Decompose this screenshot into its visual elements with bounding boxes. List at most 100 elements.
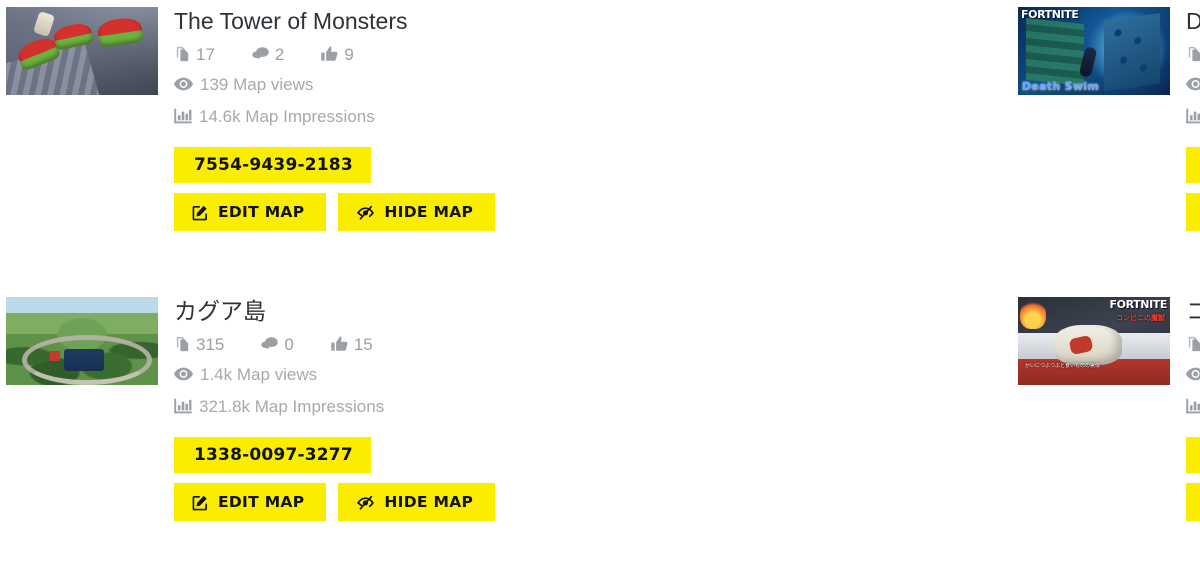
eye-slash-icon [356,494,375,511]
thumbs-up-icon [330,335,349,353]
map-impressions-text: 14.6k Map Impressions [199,106,375,126]
thumbs-up-icon [320,45,339,63]
thumbnail-subtitle-text: コンビニの魔獣 [1116,315,1165,322]
thumbnail-decor-figure [32,11,56,37]
chart-bar-icon [174,108,192,124]
hide-map-label: HIDE MAP [384,203,474,221]
map-title[interactable]: Death Swim [1186,7,1200,35]
pen-to-square-icon [192,204,209,221]
map-views-line: 905 Map views [1186,361,1200,387]
copy-icon [1186,335,1200,353]
thumbnail-decor-panel [1026,17,1084,87]
edit-map-button[interactable]: EDIT MAP [1186,193,1200,231]
map-card: カグア島 315 0 15 1.4k Map views 321.8k Map … [0,290,506,582]
edit-map-button[interactable]: EDIT MAP [174,193,327,231]
eye-icon [174,77,193,91]
map-title[interactable]: The Tower of Monsters [174,7,495,35]
map-card: FORTNITE コンビニの魔獣 かいにつぶつぶと食いものの実体 コンビニの魔獣… [506,290,1200,582]
eye-icon [174,367,193,381]
map-stats-row: 17 2 9 [174,41,495,67]
eye-icon [1186,367,1200,381]
map-views-line: 1.4k Map views [174,361,495,387]
chart-bar-icon [1186,398,1200,414]
copy-icon [174,335,191,353]
eye-icon [1186,77,1200,91]
hide-map-button[interactable]: HIDE MAP [338,483,496,521]
map-button-row: EDIT MAP HIDE MAP [174,483,496,521]
map-views-line: 925 Map views [1186,71,1200,97]
thumbnail-image [6,297,158,385]
stat-copies-value: 315 [196,334,225,354]
map-title[interactable]: カグア島 [174,297,495,325]
thumbnail-decor-lake [64,349,104,371]
thumbnail-brand-text: FORTNITE [1109,298,1168,311]
thumbnail-decor-building [50,351,60,361]
map-stats-row: 40 0 0 [1186,331,1200,357]
map-code-badge[interactable]: 7554-9439-2183 [174,147,371,183]
pen-to-square-icon [192,494,209,511]
map-list-grid: The Tower of Monsters 17 2 9 139 Map vie… [0,0,1200,582]
copy-icon [174,45,191,63]
thumbnail-decor-shape [52,21,94,51]
map-title[interactable]: コンビニの魔獣β Beasts at Convenience Store [1186,297,1200,325]
stat-copies-value: 17 [196,44,215,64]
map-views-text: 139 Map views [200,74,314,94]
stat-likes: 9 [320,44,354,64]
thumbnail-image [6,7,158,95]
edit-map-button[interactable]: EDIT MAP [1186,483,1200,521]
edit-map-label: EDIT MAP [218,493,305,511]
stat-likes-value: 9 [344,44,354,64]
map-thumbnail[interactable]: FORTNITE コンビニの魔獣 かいにつぶつぶと食いものの実体 [1018,297,1170,385]
thumbnail-decor-flame [1020,299,1046,329]
map-button-row: EDIT MAP HIDE MAP [1186,193,1200,231]
map-actions: 7554-9439-2183 EDIT MAP HIDE MAP [174,147,496,231]
stat-comments: 0 [260,334,294,354]
chart-bar-icon [174,398,192,414]
stat-likes: 15 [330,335,373,353]
map-card: The Tower of Monsters 17 2 9 139 Map vie… [0,0,506,290]
map-views-line: 139 Map views [174,71,495,97]
map-impressions-line: 2.8k Map Impressions [1186,393,1200,419]
map-impressions-text: 321.8k Map Impressions [199,396,385,416]
map-thumbnail[interactable] [6,7,158,95]
thumbnail-image: FORTNITE Death Swim [1018,7,1170,95]
map-thumbnail[interactable]: FORTNITE Death Swim [1018,7,1170,95]
thumbnail-caption-text: かいにつぶつぶと食いものの実体 [1025,363,1101,369]
eye-slash-icon [356,204,375,221]
hide-map-label: HIDE MAP [384,493,474,511]
comment-dots-icon [260,335,279,353]
stat-comments-value: 2 [274,44,285,64]
map-actions: 1249-2466-0370 EDIT MAP HIDE MAP [1186,147,1200,231]
stat-copies: 156 [1186,45,1200,63]
map-actions: 1338-0097-3277 EDIT MAP HIDE MAP [174,437,496,521]
comment-dots-icon [251,45,270,63]
map-views-text: 1.4k Map views [200,364,318,384]
map-card-body: カグア島 315 0 15 1.4k Map views 321.8k Map … [174,297,496,521]
chart-bar-icon [1186,108,1200,124]
hide-map-button[interactable]: HIDE MAP [338,193,496,231]
map-impressions-line: 2.5k Map Impressions [1186,103,1200,129]
map-code-badge[interactable]: 7892-2864-2632 [1186,437,1200,473]
stat-copies: 17 [174,45,215,63]
map-thumbnail[interactable] [6,297,158,385]
map-button-row: EDIT MAP HIDE MAP [1186,483,1200,521]
edit-map-button[interactable]: EDIT MAP [174,483,327,521]
map-actions: 7892-2864-2632 EDIT MAP HIDE MAP [1186,437,1200,521]
stat-comments: 2 [251,45,284,63]
thumbnail-brand-text: FORTNITE [1021,8,1079,21]
thumbnail-decor-panel [1104,13,1160,91]
map-code-badge[interactable]: 1249-2466-0370 [1186,147,1200,183]
map-stats-row: 315 0 15 [174,331,495,357]
map-code-badge[interactable]: 1338-0097-3277 [174,437,371,473]
thumbnail-decor-shape [96,16,144,48]
map-card: FORTNITE Death Swim Death Swim 156 0 [506,0,1200,290]
copy-icon [1186,45,1200,63]
map-impressions-line: 14.6k Map Impressions [174,103,495,129]
edit-map-label: EDIT MAP [218,203,305,221]
stat-copies: 315 [174,335,224,353]
stat-likes-value: 15 [353,334,373,354]
map-button-row: EDIT MAP HIDE MAP [174,193,496,231]
map-impressions-line: 321.8k Map Impressions [174,393,495,419]
thumbnail-title-text: Death Swim [1022,80,1100,93]
stat-comments-value: 0 [284,334,294,354]
